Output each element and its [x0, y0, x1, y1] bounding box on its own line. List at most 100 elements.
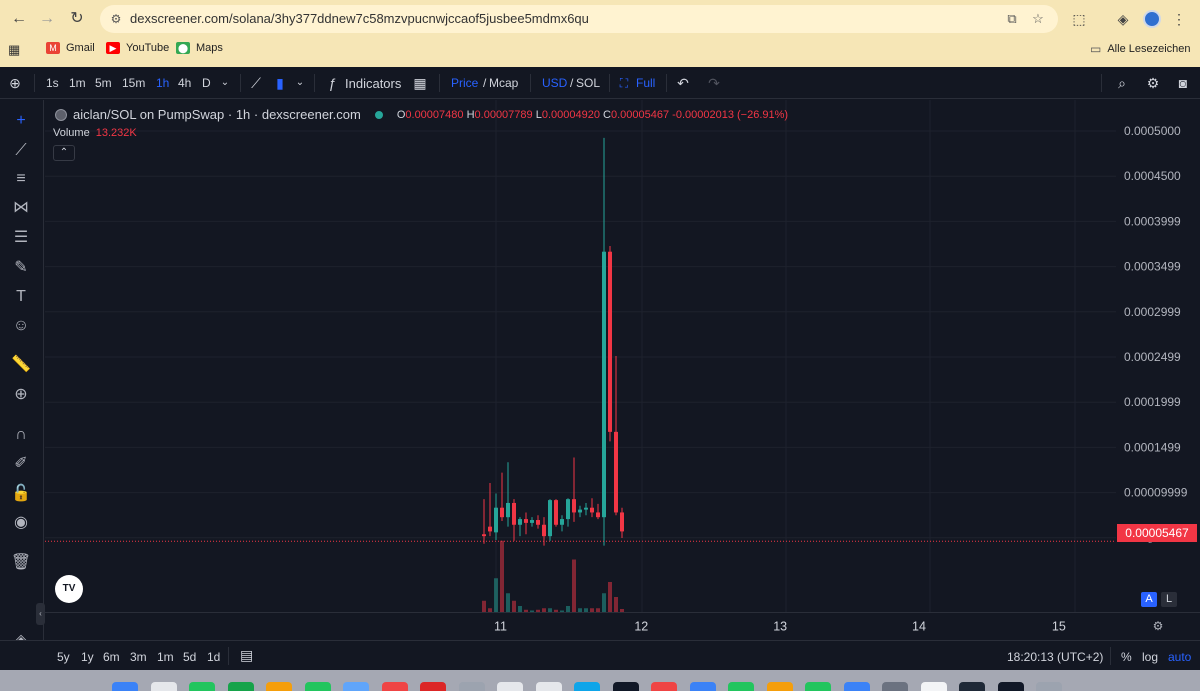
date-range-icon[interactable]: ▤	[240, 647, 253, 664]
dock-app-icon[interactable]	[150, 682, 177, 691]
range-1y[interactable]: 1y	[81, 650, 94, 664]
range-5y[interactable]: 5y	[57, 650, 70, 664]
price-toggle[interactable]: Price	[451, 76, 478, 90]
dock-app-icon[interactable]	[574, 682, 600, 691]
dock-app-icon[interactable]	[612, 682, 639, 691]
dock-app-icon[interactable]	[112, 682, 138, 691]
dock-app-icon[interactable]	[766, 682, 793, 691]
dock-app-icon[interactable]	[304, 682, 331, 691]
trend-line-icon[interactable]: ⟋	[10, 140, 32, 162]
add-symbol-icon[interactable]: ⊕	[5, 73, 25, 93]
dock-app-icon[interactable]	[343, 682, 369, 691]
lock-icon[interactable]: 🔓	[10, 483, 32, 505]
dock-app-icon[interactable]	[1036, 682, 1062, 691]
dock-app-icon[interactable]	[882, 682, 908, 691]
candles-icon[interactable]: ▮	[270, 73, 290, 93]
back-icon[interactable]: ←	[8, 8, 30, 30]
site-info-icon[interactable]: ⚙	[108, 11, 124, 27]
dock-app-icon[interactable]	[497, 682, 523, 691]
clock-timezone[interactable]: 18:20:13 (UTC+2)	[1007, 650, 1103, 664]
range-5d[interactable]: 5d	[183, 650, 196, 664]
emoji-icon[interactable]: ☺	[10, 315, 32, 337]
redo-icon[interactable]: ↷	[704, 73, 724, 93]
bookmark-star-icon[interactable]: ☆	[1029, 10, 1047, 28]
interval-1m[interactable]: 1m	[69, 76, 86, 90]
horizontal-lines-icon[interactable]: ≡	[10, 168, 32, 190]
zoom-in-icon[interactable]: ⊕	[10, 384, 32, 406]
fib-icon[interactable]: ☰	[10, 227, 32, 249]
address-bar[interactable]: ⚙ dexscreener.com/solana/3hy377ddnew7c58…	[100, 5, 1058, 33]
camera-icon[interactable]: ◙	[1173, 73, 1193, 93]
indicators-button[interactable]: Indicators	[345, 76, 401, 91]
bookmark-youtube[interactable]: ▶ YouTube	[106, 42, 169, 54]
dock-app-icon[interactable]	[997, 682, 1024, 691]
time-axis-settings-icon[interactable]: ⚙	[1150, 618, 1166, 634]
extensions-icon[interactable]: ⬚	[1068, 8, 1090, 30]
collapse-legend-button[interactable]: ⌃	[53, 145, 75, 161]
range-1m[interactable]: 1m	[157, 650, 174, 664]
bookmark-maps[interactable]: ⬤ Maps	[176, 42, 223, 54]
forward-icon[interactable]: →	[36, 8, 58, 30]
dock-app-icon[interactable]	[458, 682, 485, 691]
all-bookmarks[interactable]: ▭ Alle Lesezeichen	[1090, 42, 1191, 56]
brush-icon[interactable]: ✎	[10, 257, 32, 279]
dock-app-icon[interactable]	[266, 682, 292, 691]
dock-app-icon[interactable]	[728, 682, 754, 691]
mcap-toggle[interactable]: Mcap	[489, 76, 518, 90]
fullscreen-icon[interactable]: ⛶	[614, 73, 634, 93]
range-6m[interactable]: 6m	[103, 650, 120, 664]
menu-kebab-icon[interactable]: ⋮	[1168, 8, 1190, 30]
pattern-icon[interactable]: ⋈	[10, 197, 32, 219]
full-button[interactable]: Full	[636, 76, 655, 90]
interval-15m[interactable]: 15m	[122, 76, 145, 90]
log-scale-button[interactable]: L	[1161, 592, 1177, 607]
chevron-down-icon[interactable]: ⌄	[215, 73, 235, 93]
trash-icon[interactable]: 🗑	[10, 552, 32, 574]
reload-icon[interactable]: ↻	[66, 8, 88, 30]
interval-1h[interactable]: 1h	[156, 76, 169, 90]
line-chart-icon[interactable]: ⟋	[246, 73, 266, 93]
range-3m[interactable]: 3m	[130, 650, 147, 664]
dock-app-icon[interactable]	[227, 682, 254, 691]
profile-avatar[interactable]	[1143, 10, 1161, 28]
ruler-icon[interactable]: 📏	[10, 354, 32, 376]
interval-d[interactable]: D	[202, 76, 211, 90]
dock-app-icon[interactable]	[959, 682, 985, 691]
extension-icon[interactable]: ◈	[1112, 8, 1134, 30]
layouts-icon[interactable]: ▦	[410, 73, 430, 93]
dock-app-icon[interactable]	[843, 682, 870, 691]
sol-toggle[interactable]: SOL	[576, 76, 600, 90]
undo-icon[interactable]: ↶	[673, 73, 693, 93]
price-chart[interactable]	[45, 100, 1116, 612]
time-axis[interactable]: 11 12 13 14 15	[45, 612, 1200, 640]
dock-app-icon[interactable]	[420, 682, 446, 691]
text-icon[interactable]: T	[10, 286, 32, 308]
dock-app-icon[interactable]	[920, 682, 947, 691]
dock-app-icon[interactable]	[189, 682, 215, 691]
interval-1s[interactable]: 1s	[46, 76, 59, 90]
usd-toggle[interactable]: USD	[542, 76, 567, 90]
dock-app-icon[interactable]	[381, 682, 408, 691]
chevron-down-icon[interactable]: ⌄	[290, 73, 310, 93]
tradingview-logo[interactable]: TV	[55, 575, 83, 603]
settings-gear-icon[interactable]: ⚙	[1143, 73, 1163, 93]
interval-5m[interactable]: 5m	[95, 76, 112, 90]
range-1d[interactable]: 1d	[207, 650, 220, 664]
collapse-toolbar-button[interactable]: ‹	[36, 603, 45, 625]
lock-draw-icon[interactable]: ✐	[10, 453, 32, 475]
dock-app-icon[interactable]	[651, 682, 677, 691]
percent-toggle[interactable]: %	[1121, 650, 1132, 664]
install-app-icon[interactable]: ⧉	[1003, 10, 1021, 28]
log-toggle[interactable]: log	[1142, 650, 1158, 664]
symbol-title[interactable]: aiclan/SOL on PumpSwap · 1h · dexscreene…	[73, 107, 361, 122]
interval-4h[interactable]: 4h	[178, 76, 191, 90]
dock-app-icon[interactable]	[805, 682, 831, 691]
quick-search-icon[interactable]: ⌕	[1112, 73, 1132, 93]
bookmark-gmail[interactable]: M Gmail	[46, 42, 95, 54]
crosshair-icon[interactable]: +	[10, 110, 32, 132]
auto-toggle[interactable]: auto	[1168, 650, 1191, 664]
url-text[interactable]: dexscreener.com/solana/3hy377ddnew7c58mz…	[130, 11, 589, 26]
apps-grid-icon[interactable]: ▦	[8, 42, 20, 58]
eye-icon[interactable]: ◉	[10, 512, 32, 534]
magnet-icon[interactable]: ∩	[10, 424, 32, 446]
